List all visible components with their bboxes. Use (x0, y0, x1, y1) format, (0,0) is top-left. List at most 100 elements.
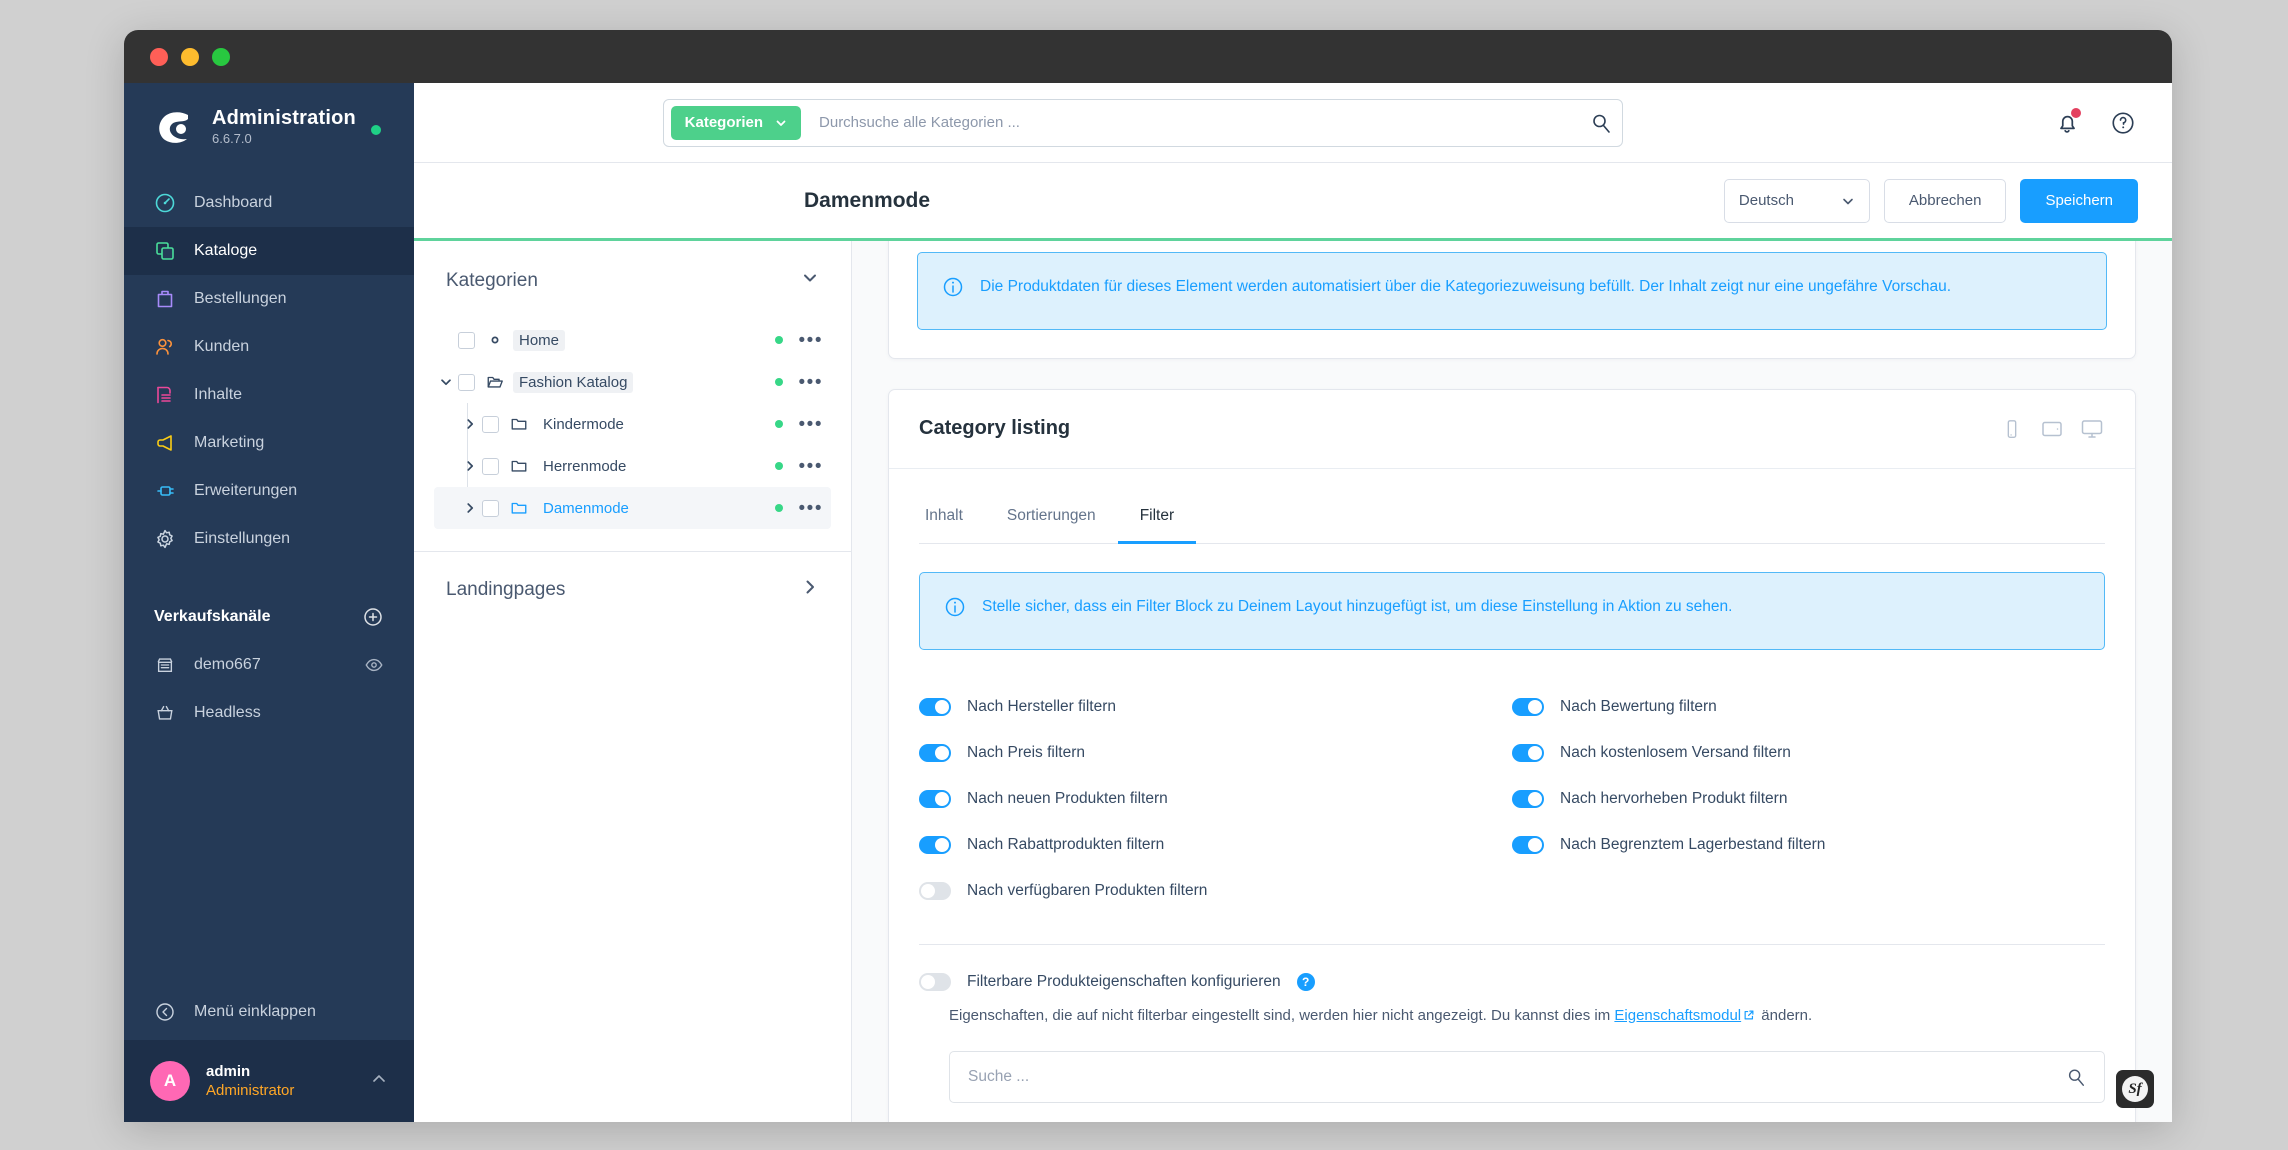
marketing-icon (154, 432, 176, 454)
toggle-row-hervorheben-produkt[interactable]: Nach hervorheben Produkt filtern (1512, 776, 2105, 822)
landingpages-section-header[interactable]: Landingpages (414, 552, 851, 628)
tree-checkbox[interactable] (482, 415, 499, 433)
help-tooltip-icon[interactable]: ? (1296, 972, 1315, 991)
configure-properties-row[interactable]: Filterbare Produkteigenschaften konfigur… (919, 945, 2105, 991)
tree-row-herrenmode[interactable]: Herrenmode ••• (434, 445, 831, 487)
toggle-row-verfuegbare-produkte[interactable]: Nach verfügbaren Produkten filtern (919, 868, 1512, 914)
user-role: Administrator (206, 1082, 295, 1099)
question-circle-icon[interactable] (2108, 108, 2138, 138)
tree-expand-caret-right[interactable] (458, 459, 482, 473)
minimize-window-button[interactable] (181, 47, 199, 66)
toggle-row-hersteller[interactable]: Nach Hersteller filtern (919, 684, 1512, 730)
category-listing-card-header: Category listing (889, 390, 2135, 469)
toggle-switch[interactable] (919, 789, 951, 808)
language-select-value: Deutsch (1738, 192, 1794, 209)
close-window-button[interactable] (150, 47, 168, 66)
maximize-window-button[interactable] (212, 47, 230, 66)
collapse-menu-button[interactable]: Menü einklappen (124, 984, 414, 1040)
tree-row-kindermode[interactable]: Kindermode ••• (434, 403, 831, 445)
toggle-switch[interactable] (919, 835, 951, 854)
toggle-row-bewertung[interactable]: Nach Bewertung filtern (1512, 684, 2105, 730)
tab-filter[interactable]: Filter (1117, 499, 1197, 544)
toggle-switch[interactable] (1512, 697, 1544, 716)
tree-row-context-menu-button[interactable]: ••• (799, 415, 823, 434)
save-button[interactable]: Speichern (2020, 178, 2138, 223)
toggle-switch[interactable] (919, 697, 951, 716)
toggle-switch[interactable] (919, 743, 951, 762)
sidebar-item-erweiterungen[interactable]: Erweiterungen (124, 467, 414, 515)
status-badge (774, 336, 783, 344)
sales-channel-headless[interactable]: Headless (124, 689, 414, 737)
sidebar-nav-list: Dashboard Kataloge Bestellungen Kunden I… (124, 179, 414, 563)
desktop-icon[interactable] (2079, 416, 2105, 442)
mobile-icon[interactable] (1999, 416, 2025, 442)
tree-checkbox[interactable] (458, 331, 475, 349)
tree-checkbox[interactable] (458, 373, 475, 391)
toggle-switch[interactable] (1512, 835, 1544, 854)
card-title: Category listing (919, 417, 1071, 440)
sales-channel-demo667[interactable]: demo667 (124, 641, 414, 689)
tab-sortierungen[interactable]: Sortierungen (985, 499, 1118, 544)
product-data-notice-card: Die Produktdaten für dieses Element werd… (888, 241, 2136, 359)
tab-inhalt[interactable]: Inhalt (919, 499, 985, 544)
sidebar-item-inhalte[interactable]: Inhalte (124, 371, 414, 419)
cancel-button[interactable]: Abbrechen (1883, 178, 2007, 223)
categories-section-header[interactable]: Kategorien (414, 241, 851, 315)
tree-checkbox[interactable] (482, 499, 499, 517)
eigenschaftsmodul-link[interactable]: Eigenschaftsmodul (1614, 1007, 1741, 1024)
symfony-debug-toolbar-button[interactable]: Sf (2116, 1070, 2154, 1108)
tree-row-fashion-katalog[interactable]: Fashion Katalog ••• (434, 361, 831, 403)
tree-row-home[interactable]: Home ••• (434, 319, 831, 361)
brand-header[interactable]: Administration 6.6.7.0 (124, 83, 414, 171)
search-icon[interactable] (2066, 1067, 2086, 1087)
chevron-left-circle-icon (154, 1001, 176, 1023)
toggle-switch[interactable] (1512, 789, 1544, 808)
toggle-row-rabattprodukte[interactable]: Nach Rabattprodukten filtern (919, 822, 1512, 868)
toggle-label: Nach Bewertung filtern (1560, 697, 1717, 715)
tree-expand-caret-right[interactable] (458, 501, 482, 515)
toggle-label: Nach neuen Produkten filtern (967, 789, 1168, 807)
tree-row-context-menu-button[interactable]: ••• (799, 331, 823, 350)
tablet-icon[interactable] (2039, 416, 2065, 442)
search-icon[interactable] (1590, 112, 1612, 134)
tree-row-context-menu-button[interactable]: ••• (799, 499, 823, 518)
tree-row-context-menu-button[interactable]: ••• (799, 457, 823, 476)
toggle-switch[interactable] (919, 972, 951, 991)
customers-icon (154, 336, 176, 358)
settings-gear-icon (154, 528, 176, 550)
search-input[interactable] (801, 114, 1590, 131)
toggle-row-begrenzter-lagerbestand[interactable]: Nach Begrenztem Lagerbestand filtern (1512, 822, 2105, 868)
tree-expand-caret-down[interactable] (434, 375, 458, 389)
preview-eye-icon[interactable] (364, 655, 384, 675)
tree-row-context-menu-button[interactable]: ••• (799, 373, 823, 392)
folder-open-icon (484, 373, 506, 391)
sidebar-item-einstellungen[interactable]: Einstellungen (124, 515, 414, 563)
sidebar-item-kunden[interactable]: Kunden (124, 323, 414, 371)
toggle-row-neue-produkte[interactable]: Nach neuen Produkten filtern (919, 776, 1512, 822)
chevron-up-icon[interactable] (370, 1070, 388, 1093)
language-select[interactable]: Deutsch (1723, 178, 1870, 223)
catalog-icon (154, 240, 176, 262)
toggle-label: Nach kostenlosem Versand filtern (1560, 743, 1791, 761)
sidebar-item-kataloge[interactable]: Kataloge (124, 227, 414, 275)
tree-row-damenmode[interactable]: Damenmode ••• (434, 487, 831, 529)
tree-checkbox[interactable] (482, 457, 499, 475)
toggle-row-kostenloser-versand[interactable]: Nach kostenlosem Versand filtern (1512, 730, 2105, 776)
sales-channel-label: Headless (194, 704, 261, 721)
user-profile-bar[interactable]: A admin Administrator (124, 1040, 414, 1122)
toggle-switch[interactable] (919, 881, 951, 900)
sidebar-item-bestellungen[interactable]: Bestellungen (124, 275, 414, 323)
sidebar-item-dashboard[interactable]: Dashboard (124, 179, 414, 227)
properties-search-input[interactable] (968, 1067, 2066, 1086)
bell-icon[interactable] (2052, 107, 2082, 138)
toggle-switch[interactable] (1512, 743, 1544, 762)
tree-expand-caret-right[interactable] (458, 417, 482, 431)
add-sales-channel-button[interactable] (362, 606, 384, 628)
chevron-down-icon[interactable] (801, 269, 819, 293)
toggle-row-preis[interactable]: Nach Preis filtern (919, 730, 1512, 776)
chevron-right-icon[interactable] (801, 578, 819, 602)
sidebar-item-marketing[interactable]: Marketing (124, 419, 414, 467)
search-scope-button[interactable]: Kategorien (670, 105, 802, 140)
desktop-background: Administration 6.6.7.0 Dashboard Katalog… (0, 0, 2288, 1150)
info-alert-text: Stelle sicher, dass ein Filter Block zu … (982, 597, 1733, 615)
